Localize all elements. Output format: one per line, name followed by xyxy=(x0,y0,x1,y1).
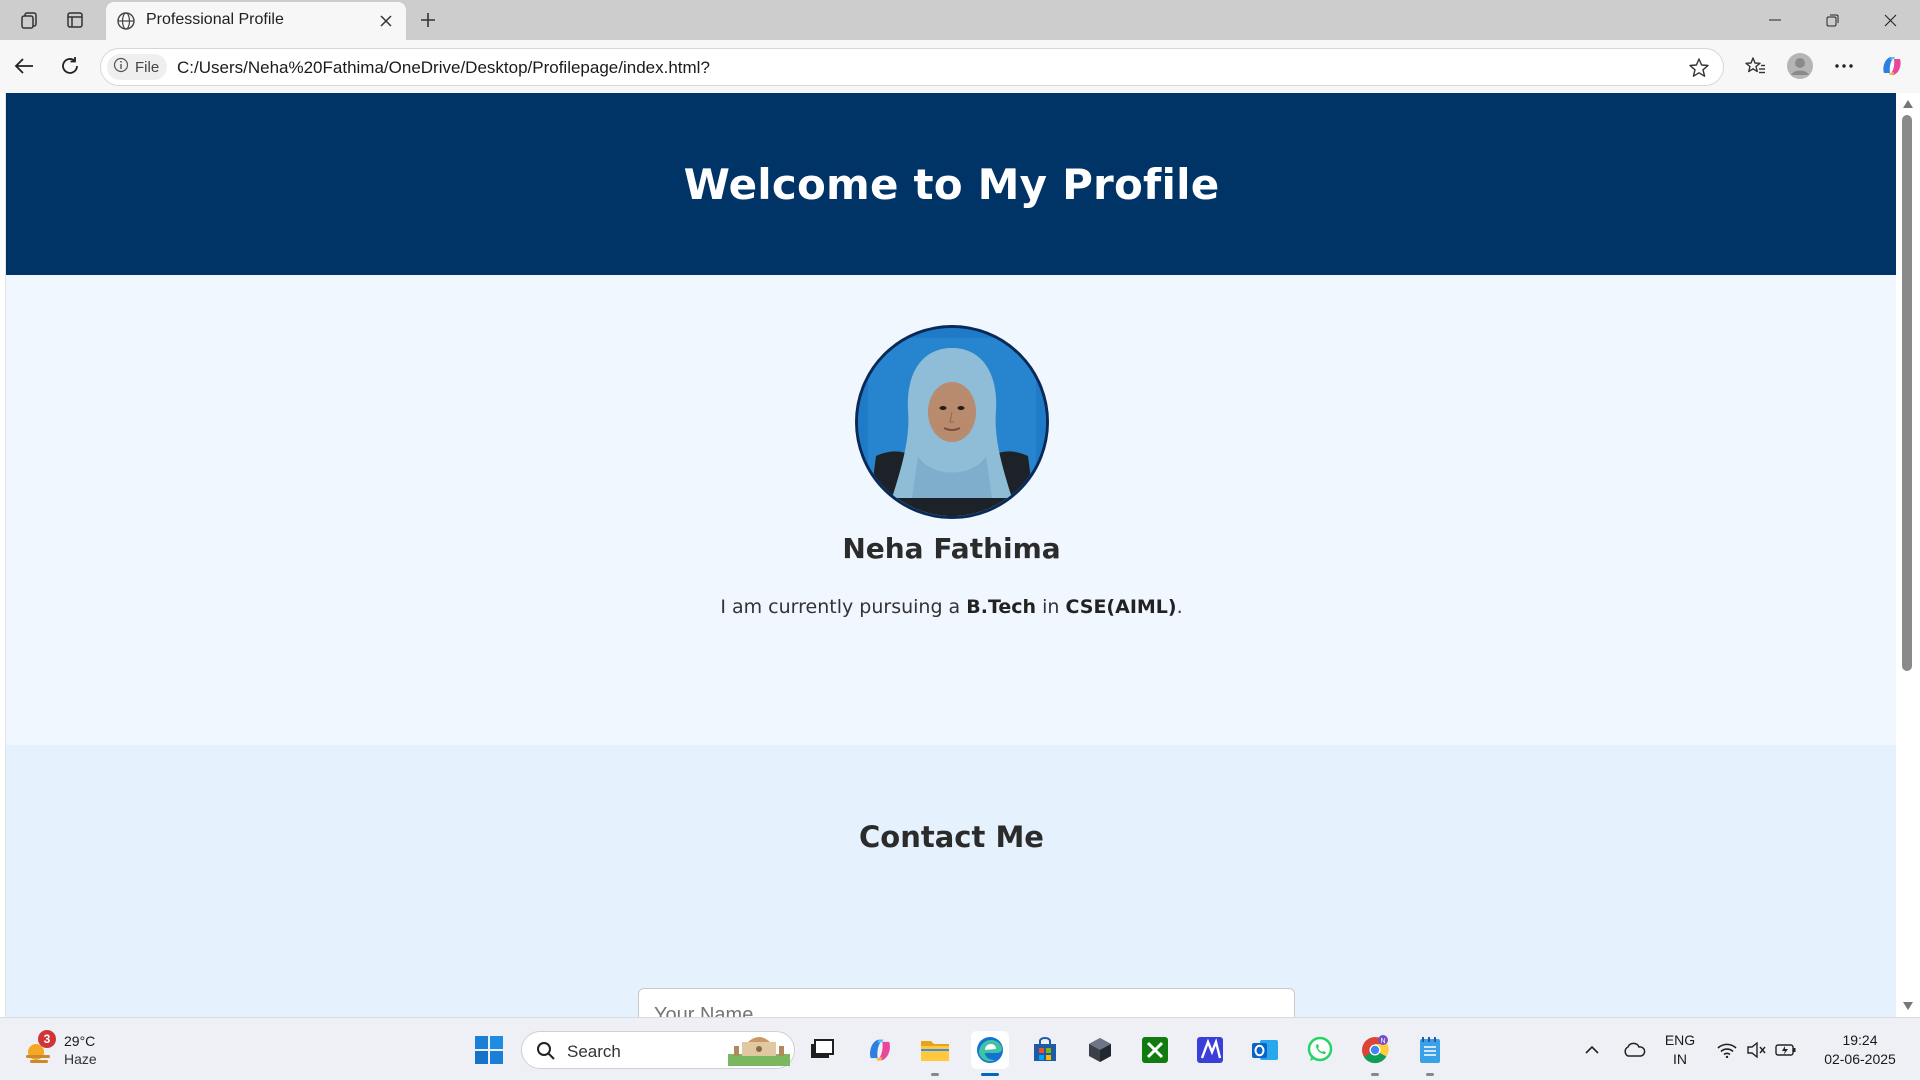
copilot-app-icon[interactable] xyxy=(861,1031,899,1069)
refresh-icon[interactable] xyxy=(54,50,86,82)
globe-icon xyxy=(116,11,136,31)
scroll-up-icon[interactable] xyxy=(1902,99,1914,109)
show-hidden-icons-chevron-icon[interactable] xyxy=(1581,1040,1603,1060)
new-tab-button[interactable] xyxy=(414,6,442,34)
workspaces-icon[interactable] xyxy=(16,6,44,34)
microsoft-store-icon[interactable] xyxy=(1026,1031,1064,1069)
clock-time[interactable]: 19:24 xyxy=(1810,1032,1910,1048)
wifi-icon[interactable] xyxy=(1716,1040,1738,1060)
profile-photo xyxy=(855,325,1049,519)
weather-temp: 29°C xyxy=(64,1033,96,1049)
xbox-icon[interactable] xyxy=(1136,1031,1174,1069)
running-indicator xyxy=(1426,1073,1434,1076)
search-highlight-icon xyxy=(728,1036,790,1071)
page-header: Welcome to My Profile xyxy=(6,93,1896,275)
edge-browser-icon[interactable] xyxy=(971,1031,1009,1076)
search-label: Search xyxy=(567,1042,621,1061)
copilot-icon[interactable] xyxy=(1876,50,1908,82)
minimize-icon[interactable] xyxy=(1747,0,1803,40)
running-indicator xyxy=(981,1073,999,1076)
contact-title: Contact Me xyxy=(859,820,1044,854)
taskbar-search[interactable]: Search xyxy=(521,1031,795,1069)
scroll-down-icon[interactable] xyxy=(1902,1001,1914,1011)
weather-badge: 3 xyxy=(38,1030,56,1048)
battery-charging-icon[interactable] xyxy=(1775,1040,1797,1060)
bio-branch: CSE(AIML) xyxy=(1065,596,1177,618)
vertical-tabs-icon[interactable] xyxy=(61,6,89,34)
language-indicator[interactable]: ENG xyxy=(1662,1032,1698,1048)
site-info-chip[interactable]: File xyxy=(107,54,168,80)
clock-date[interactable]: 02-06-2025 xyxy=(1810,1051,1910,1067)
region-indicator: IN xyxy=(1673,1051,1687,1067)
address-bar[interactable]: File C:/Users/Neha%20Fathima/OneDrive/De… xyxy=(100,48,1724,86)
page-title: Welcome to My Profile xyxy=(683,159,1220,209)
start-button[interactable] xyxy=(470,1031,508,1069)
weather-desc: Haze xyxy=(64,1051,97,1067)
tab-title: Professional Profile xyxy=(146,11,284,28)
bio-degree: B.Tech xyxy=(966,596,1037,618)
profile-section: Neha Fathima I am currently pursuing a B… xyxy=(6,275,1896,745)
bio-text: . xyxy=(1176,596,1183,618)
task-view-icon[interactable] xyxy=(803,1031,841,1069)
file-explorer-icon[interactable] xyxy=(916,1031,954,1076)
close-tab-icon[interactable] xyxy=(374,9,398,33)
app-cube-icon[interactable] xyxy=(1081,1031,1119,1069)
profile-bio: I am currently pursuing a B.Tech in CSE(… xyxy=(6,596,1896,618)
bio-text: in xyxy=(1036,596,1066,618)
page-scrollbar[interactable] xyxy=(1896,93,1920,1017)
browser-tab-bar: Professional Profile xyxy=(0,0,1920,40)
more-options-icon[interactable] xyxy=(1828,50,1860,82)
svg-text:N: N xyxy=(1380,1038,1385,1045)
bio-text: I am currently pursuing a xyxy=(720,596,967,618)
taskbar: 3 29°C Haze Search N ENG IN 19:24 02-06-… xyxy=(0,1017,1920,1080)
weather-widget[interactable]: 3 29°C Haze xyxy=(20,1030,110,1070)
restore-icon[interactable] xyxy=(1804,0,1860,40)
tab-professional-profile[interactable]: Professional Profile xyxy=(106,2,406,40)
running-indicator xyxy=(931,1073,939,1076)
onedrive-cloud-icon[interactable] xyxy=(1621,1040,1647,1060)
close-window-icon[interactable] xyxy=(1862,0,1918,40)
name-field[interactable] xyxy=(638,988,1295,1017)
outlook-icon[interactable] xyxy=(1246,1031,1284,1069)
site-chip-label: File xyxy=(135,58,160,76)
running-indicator xyxy=(1371,1073,1379,1076)
page-viewport: Welcome to My Profile Neha Fathima I am … xyxy=(5,93,1896,1017)
profile-name: Neha Fathima xyxy=(842,532,1061,565)
favorite-star-icon[interactable] xyxy=(1687,56,1711,80)
url-text[interactable]: C:/Users/Neha%20Fathima/OneDrive/Desktop… xyxy=(177,58,710,78)
back-arrow-icon[interactable] xyxy=(8,50,40,82)
contact-section: Contact Me xyxy=(6,745,1896,1017)
info-icon xyxy=(113,57,129,78)
scroll-thumb[interactable] xyxy=(1902,115,1912,671)
chrome-icon[interactable]: N xyxy=(1356,1031,1394,1076)
editor-app-icon[interactable] xyxy=(1191,1031,1229,1069)
notepad-icon[interactable] xyxy=(1411,1031,1449,1076)
profile-avatar-icon[interactable] xyxy=(1784,50,1816,82)
search-icon xyxy=(536,1041,556,1066)
favorites-icon[interactable] xyxy=(1739,50,1771,82)
speaker-muted-icon[interactable] xyxy=(1745,1040,1767,1060)
browser-toolbar: File C:/Users/Neha%20Fathima/OneDrive/De… xyxy=(0,40,1920,93)
whatsapp-icon[interactable] xyxy=(1301,1031,1339,1069)
